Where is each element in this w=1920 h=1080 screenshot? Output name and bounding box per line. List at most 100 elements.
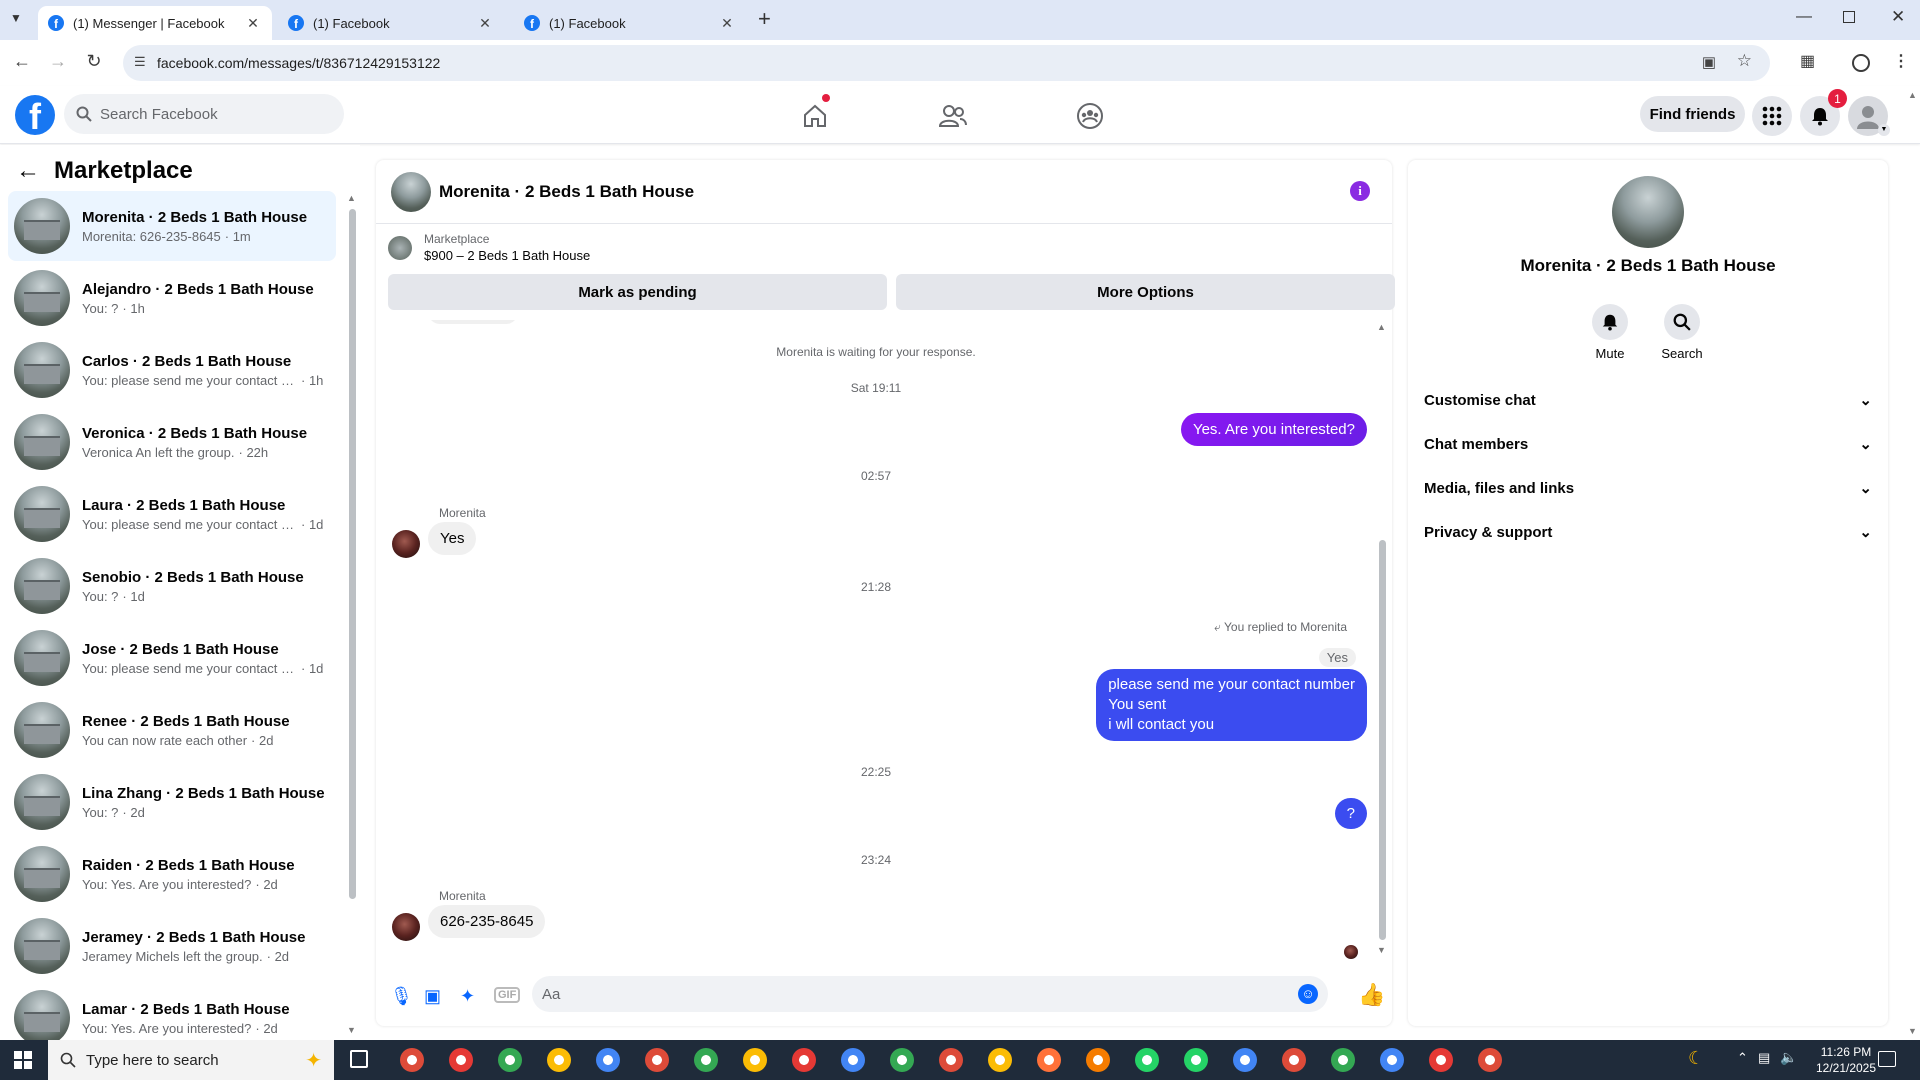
emoji-icon[interactable]: ☺ (1298, 984, 1318, 1004)
taskbar-app-icon[interactable] (400, 1048, 424, 1072)
microphone-icon[interactable]: 🎙 (390, 986, 413, 1007)
thread-scrollbar[interactable] (1379, 540, 1386, 940)
outgoing-message[interactable]: Yes. Are you interested? (1180, 413, 1367, 446)
incoming-message[interactable]: Yes (428, 522, 477, 555)
taskbar-app-icon[interactable] (1429, 1048, 1453, 1072)
conversation-item[interactable]: Lamar · 2 Beds 1 Bath House You: Yes. Are… (8, 983, 336, 1040)
outgoing-message[interactable]: ? (1334, 798, 1367, 829)
sender-avatar[interactable] (392, 913, 420, 941)
conversation-list-scrollbar[interactable] (349, 209, 356, 899)
conversation-item[interactable]: Renee · 2 Beds 1 Bath House You can now r… (8, 695, 336, 765)
search-button[interactable]: Search (1652, 304, 1712, 361)
install-app-icon[interactable]: ▣ (1702, 53, 1716, 71)
sticker-icon[interactable]: ✦ (460, 986, 475, 1007)
conversation-item[interactable]: Alejandro · 2 Beds 1 Bath House You: ? · 1… (8, 263, 336, 333)
night-mode-icon[interactable]: ☾ (1688, 1048, 1704, 1069)
customise-chat-section[interactable]: Customise chat ⌄ (1424, 382, 1872, 418)
menu-grid-button[interactable] (1752, 96, 1792, 136)
new-tab-button[interactable]: + (758, 6, 771, 32)
close-window-button[interactable]: ✕ (1891, 7, 1905, 27)
taskbar-app-icon[interactable] (792, 1048, 816, 1072)
taskbar-app-icon[interactable] (498, 1048, 522, 1072)
taskbar-app-icon[interactable] (694, 1048, 718, 1072)
message-thread[interactable]: Morenita is waiting for your response. S… (376, 320, 1392, 960)
incoming-message[interactable]: 626-235-8645 (428, 905, 546, 938)
marketplace-listing-banner[interactable]: Marketplace $900 – 2 Beds 1 Bath House (388, 232, 590, 263)
groups-nav-icon[interactable] (1072, 98, 1108, 134)
taskbar-app-icon[interactable] (596, 1048, 620, 1072)
friends-nav-icon[interactable] (935, 98, 971, 134)
taskbar-search-input[interactable]: Type here to search ✦ (48, 1040, 334, 1080)
conversation-item[interactable]: Raiden · 2 Beds 1 Bath House You: Yes. Ar… (8, 839, 336, 909)
taskbar-clock[interactable]: 11:26 PM 12/21/2025 (1806, 1044, 1886, 1076)
taskbar-app-icon[interactable] (1086, 1048, 1110, 1072)
conversation-item[interactable]: Jeramey · 2 Beds 1 Bath House Jeramey Mic… (8, 911, 336, 981)
site-info-icon[interactable]: ☰ (134, 54, 146, 70)
account-chevron-icon[interactable]: ▼ (1878, 124, 1890, 136)
thumbs-up-icon[interactable]: 👍 (1358, 982, 1385, 1008)
conversation-item[interactable]: Veronica · 2 Beds 1 Bath House Veronica A… (8, 407, 336, 477)
taskbar-app-icon[interactable] (1233, 1048, 1257, 1072)
home-nav-icon[interactable] (797, 94, 833, 134)
sender-avatar[interactable] (392, 530, 420, 558)
taskbar-app-icon[interactable] (841, 1048, 865, 1072)
task-view-icon[interactable] (350, 1050, 368, 1068)
conversation-item[interactable]: Senobio · 2 Beds 1 Bath House You: ? · 1d (8, 551, 336, 621)
taskbar-app-icon[interactable] (1135, 1048, 1159, 1072)
facebook-logo[interactable]: f (15, 95, 55, 135)
taskbar-app-icon[interactable] (1282, 1048, 1306, 1072)
volume-icon[interactable]: 🔈 (1780, 1049, 1797, 1066)
windows-start-icon[interactable] (14, 1051, 32, 1069)
more-options-button[interactable]: More Options (896, 274, 1395, 310)
find-friends-button[interactable]: Find friends (1640, 96, 1745, 132)
forward-arrow-icon[interactable]: → (40, 51, 76, 72)
back-arrow-icon[interactable]: ← (16, 157, 40, 185)
tab-close-icon[interactable]: ✕ (718, 15, 736, 32)
taskbar-app-icon[interactable] (1331, 1048, 1355, 1072)
tab-messenger[interactable]: f (1) Messenger | Facebook ✕ (38, 6, 272, 40)
bookmark-star-icon[interactable]: ☆ (1737, 51, 1752, 71)
chat-avatar[interactable] (391, 171, 431, 212)
conversation-item[interactable]: Jose · 2 Beds 1 Bath House You: please se… (8, 623, 336, 693)
taskbar-app-icon[interactable] (1478, 1048, 1502, 1072)
minimize-button[interactable]: — (1796, 8, 1812, 26)
taskbar-app-icon[interactable] (449, 1048, 473, 1072)
notification-center-icon[interactable] (1878, 1051, 1896, 1067)
tab-close-icon[interactable]: ✕ (244, 15, 262, 32)
tray-chevron-icon[interactable]: ⌃ (1737, 1050, 1748, 1066)
taskbar-app-icon[interactable] (645, 1048, 669, 1072)
conversation-item[interactable]: Lina Zhang · 2 Beds 1 Bath House You: ? · … (8, 767, 336, 837)
gif-icon[interactable]: GIF (494, 987, 521, 1003)
chat-members-section[interactable]: Chat members ⌄ (1424, 426, 1872, 462)
extensions-icon[interactable]: ▦ (1800, 51, 1815, 71)
privacy-support-section[interactable]: Privacy & support ⌄ (1424, 514, 1872, 550)
network-icon[interactable]: ▤ (1758, 1050, 1770, 1066)
conversation-item[interactable]: Carlos · 2 Beds 1 Bath House You: please … (8, 335, 336, 405)
taskbar-app-icon[interactable] (988, 1048, 1012, 1072)
taskbar-app-icon[interactable] (1184, 1048, 1208, 1072)
taskbar-app-icon[interactable] (547, 1048, 571, 1072)
address-bar[interactable]: ☰ facebook.com/messages/t/83671242915312… (123, 45, 1770, 81)
tab-facebook-1[interactable]: f (1) Facebook ✕ (278, 6, 504, 40)
tab-facebook-2[interactable]: f (1) Facebook ✕ (514, 6, 746, 40)
url-text[interactable]: facebook.com/messages/t/836712429153122 (157, 55, 440, 71)
info-icon[interactable]: i (1350, 181, 1370, 201)
taskbar-app-icon[interactable] (743, 1048, 767, 1072)
outgoing-message[interactable]: please send me your contact number You s… (1096, 669, 1367, 741)
message-input[interactable]: Aa ☺ (532, 976, 1328, 1012)
taskbar-app-icon[interactable] (890, 1048, 914, 1072)
reload-icon[interactable]: ↻ (76, 51, 112, 72)
tab-list-dropdown-icon[interactable]: ▼ (10, 11, 22, 25)
photo-icon[interactable]: ▣ (424, 986, 441, 1007)
taskbar-app-icon[interactable] (1380, 1048, 1404, 1072)
scroll-up-arrow-icon[interactable]: ▲ (347, 193, 356, 203)
taskbar-app-icon[interactable] (1037, 1048, 1061, 1072)
back-arrow-icon[interactable]: ← (4, 51, 40, 72)
page-scroll-up-icon[interactable]: ▲ (1908, 90, 1917, 100)
scroll-down-arrow-icon[interactable]: ▼ (347, 1025, 356, 1035)
mute-button[interactable]: Mute (1580, 304, 1640, 361)
mark-as-pending-button[interactable]: Mark as pending (388, 274, 887, 310)
scroll-up-arrow-icon[interactable]: ▲ (1377, 322, 1386, 332)
tab-close-icon[interactable]: ✕ (476, 15, 494, 32)
browser-menu-icon[interactable]: ⋮ (1893, 51, 1909, 71)
